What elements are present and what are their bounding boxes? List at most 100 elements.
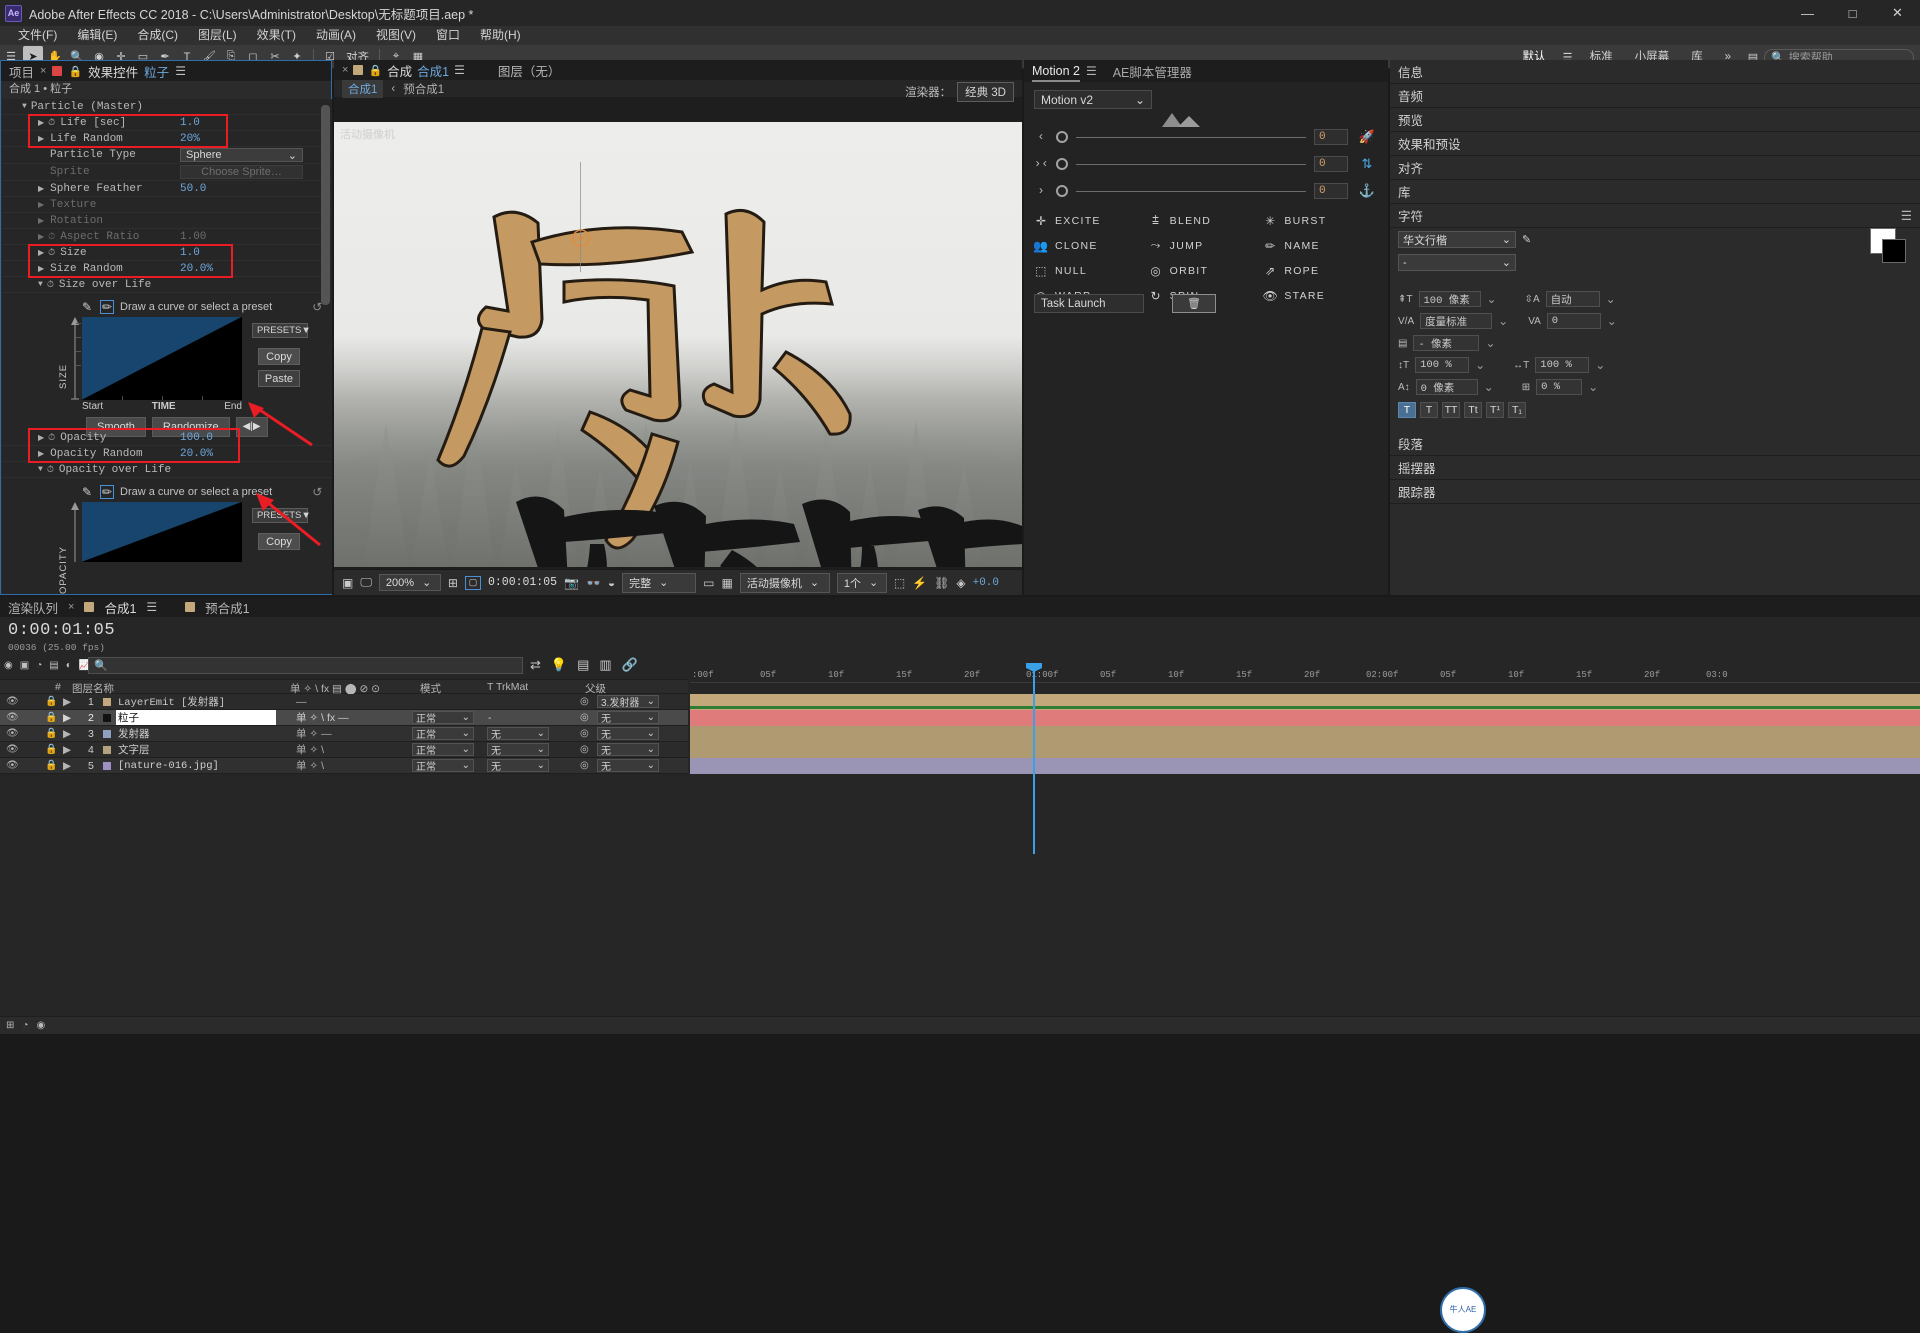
layer-name[interactable]: [nature-016.jpg] [118,760,219,772]
track-bar[interactable] [690,758,1920,774]
size-copy-button[interactable]: Copy [258,348,300,365]
small-caps-button[interactable]: Tt [1464,402,1482,418]
layer-parent-icon[interactable]: ◎ [580,696,589,707]
font-style-select[interactable]: - ⌄ [1398,254,1516,271]
sidebar-item-align[interactable]: 对齐 [1390,156,1920,180]
brainstorm-icon[interactable]: 💡 [551,657,567,673]
sidebar-item-paragraph[interactable]: 段落 [1390,432,1920,456]
faux-bold-button[interactable]: T [1398,402,1416,418]
layer-color-swatch[interactable] [103,714,111,722]
slider-track-1[interactable] [1076,137,1306,138]
effect-controls-scrollbar[interactable] [321,105,330,365]
layer-lock-toggle[interactable]: 🔒 [45,728,57,739]
menu-view[interactable]: 视图(V) [366,26,426,45]
timeline-ruler[interactable]: :00f 05f 10f 15f 20f 01:00f 05f 10f 15f … [690,669,1920,683]
layer-parent-select[interactable]: 无⌄ [597,727,659,740]
vertical-scale-field[interactable]: 100 % [1415,357,1469,373]
slider-knob-2[interactable] [1056,158,1068,170]
layer-color-swatch[interactable] [103,730,111,738]
layer-name[interactable]: LayerEmit [发射器] [118,694,225,709]
tab-comp1[interactable]: 合成1 [104,598,136,617]
tab-composition-name[interactable]: 合成1 [417,61,449,80]
layer-color-swatch[interactable] [103,698,111,706]
row-life-random-value[interactable]: 20% [180,133,200,145]
layer-visibility-toggle[interactable]: 👁 [6,712,19,723]
row-opacity-random[interactable]: ▶ Opacity Random 20.0% [2,446,332,462]
table-row[interactable]: 👁 🔒 ▶ 4 文字层 单 ✧ \ 正常⌄ 无⌄ ◎ 无⌄ [0,742,688,758]
chevron-right-icon[interactable]: ▶ [38,433,44,443]
menu-help[interactable]: 帮助(H) [470,26,531,45]
font-size-field[interactable]: 100 像素 [1419,291,1481,307]
stopwatch-icon[interactable]: ⏱ [48,433,55,443]
zoom-out-icon[interactable]: ◔ [22,1020,28,1031]
transparency-grid-icon[interactable]: ▦ [722,576,733,590]
opacity-curve-editor[interactable]: ✎ ✏ Draw a curve or select a preset ↺ OP… [2,478,332,594]
layer-color-swatch[interactable] [103,762,111,770]
tab-close-icon[interactable]: × [68,601,74,613]
trash-button[interactable]: 🗑 [1172,294,1216,313]
layer-switches[interactable]: 单 ✧ — [296,726,332,741]
faux-italic-button[interactable]: T [1420,402,1438,418]
breadcrumb-current[interactable]: 合成1 [342,80,383,98]
chevron-down-icon[interactable]: ⌄ [1606,292,1616,306]
layer-switches[interactable]: — [296,696,307,708]
pencil-icon[interactable]: ✏ [100,300,114,314]
row-sphere-feather-value[interactable]: 50.0 [180,183,206,195]
layer-visibility-toggle[interactable]: 👁 [6,760,19,771]
row-size-value[interactable]: 1.0 [180,247,200,259]
menu-file[interactable]: 文件(F) [8,26,67,45]
motion-button-rope[interactable]: ⇗ ROPE [1263,263,1378,278]
stopwatch-icon[interactable]: ⏱ [47,465,54,475]
layer-parent-icon[interactable]: ◎ [580,712,589,723]
track-bar[interactable] [690,742,1920,758]
table-row[interactable]: 👁 🔒 ▶ 5 [nature-016.jpg] 单 ✧ \ 正常⌄ 无⌄ ◎ … [0,758,688,774]
region-interest-2-icon[interactable]: ▭ [703,576,714,590]
panel-menu-icon[interactable]: ☰ [1086,64,1097,78]
effect-group-header[interactable]: ▼ Particle (Master) [2,99,332,115]
horizontal-scale-field[interactable]: 100 % [1535,357,1589,373]
chevron-down-icon[interactable]: ⌄ [1485,336,1495,350]
layer-parent-icon[interactable]: ◎ [580,760,589,771]
zoom-in-icon[interactable]: ◉ [36,1020,45,1031]
opacity-curve-canvas[interactable] [82,502,242,562]
stopwatch-icon[interactable]: ⏱ [48,248,55,258]
region-of-interest-icon[interactable]: ⊞ [448,576,458,590]
eyedropper-icon[interactable]: ✎ [80,300,94,314]
size-curve-editor[interactable]: ✎ ✏ Draw a curve or select a preset ↺ SI… [2,293,332,412]
eyedropper-icon[interactable]: ✎ [1522,233,1531,246]
chevron-down-icon[interactable]: ⌄ [1484,380,1494,394]
subscript-button[interactable]: T₁ [1508,402,1526,418]
row-size-over-life[interactable]: ▼ ⏱ Size over Life [2,277,332,293]
zoom-select[interactable]: 200% ⌄ [379,574,441,591]
motion-button-clone[interactable]: 👥 CLONE [1034,238,1149,253]
chevron-down-icon[interactable]: ⌄ [1475,358,1485,372]
toggle-fullscreen-icon[interactable]: 🖵 [360,575,372,590]
tab-motion2[interactable]: Motion 2 [1032,60,1080,82]
layer-lock-toggle[interactable]: 🔒 [45,696,57,707]
layer-expand-icon[interactable]: ▶ [63,696,71,708]
exposure-value[interactable]: +0.0 [973,577,999,589]
exposure-icon[interactable]: ◈ [956,576,965,590]
row-opacity-value[interactable]: 100.0 [180,432,213,444]
slider-value-1[interactable]: 0 [1314,129,1348,145]
playhead-line[interactable] [1033,663,1035,854]
layer-visibility-toggle[interactable]: 👁 [6,728,19,739]
minimize-button[interactable]: — [1785,0,1830,26]
layer-switches[interactable]: 单 ✧ \ [296,758,324,773]
layer-trkmat-select[interactable]: 无⌄ [487,743,549,756]
layer-expand-icon[interactable]: ▶ [63,712,71,724]
menu-layer[interactable]: 图层(L) [188,26,247,45]
tsume-field[interactable]: 0 % [1536,379,1582,395]
opacity-copy-button[interactable]: Copy [258,533,300,550]
layer-trkmat-select[interactable]: 无⌄ [487,727,549,740]
menu-window[interactable]: 窗口 [426,26,470,45]
layer-expand-icon[interactable]: ▶ [63,744,71,756]
updown-arrows-icon[interactable]: ⇅ [1356,156,1378,172]
layer-mode-select[interactable]: 正常⌄ [412,759,474,772]
menu-composition[interactable]: 合成(C) [127,26,188,45]
layer-trkmat-select[interactable]: 无⌄ [487,759,549,772]
row-life-value[interactable]: 1.0 [180,117,200,129]
layer-parent-icon[interactable]: ◎ [580,744,589,755]
panel-menu-icon[interactable]: ☰ [1901,208,1912,223]
timeline-search-input[interactable]: 🔍 [88,657,523,674]
